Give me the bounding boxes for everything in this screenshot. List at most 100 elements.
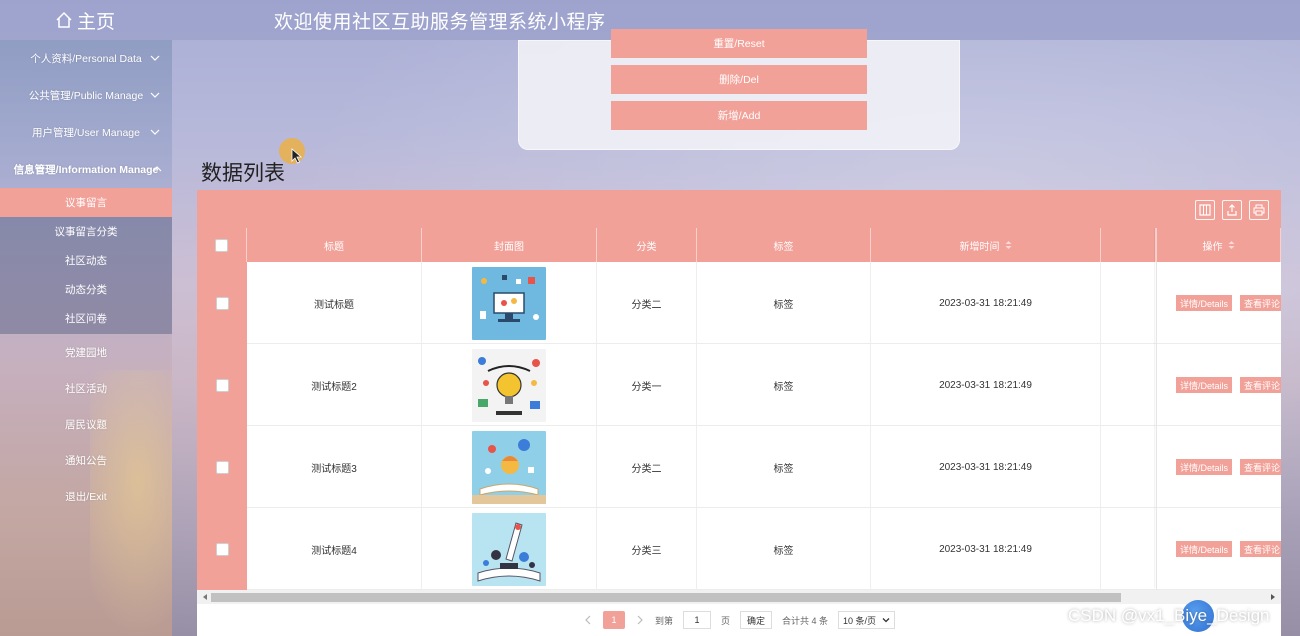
table-row: 测试标题3 分类二 标签 2023-03-31 18:21:49 详情/Deta…	[197, 426, 1281, 508]
export-button[interactable]	[1222, 200, 1242, 220]
column-header-category: 分类	[597, 228, 697, 262]
submenu-item-community-news[interactable]: 社区动态	[0, 246, 172, 275]
current-page[interactable]: 1	[602, 611, 625, 629]
next-page-button[interactable]	[635, 615, 645, 625]
cell-category: 分类二	[597, 262, 697, 344]
view-comments-button[interactable]: 查看评论	[1240, 377, 1281, 393]
fixed-column-shadow	[1154, 228, 1156, 588]
scrollbar-thumb[interactable]	[211, 593, 1121, 602]
chevron-right-icon	[637, 615, 643, 625]
chevron-left-icon	[585, 615, 591, 625]
table-header: 标题 封面图 分类 标签 新增时间 操作	[197, 228, 1281, 262]
cover-image[interactable]	[472, 512, 546, 586]
column-header-actions[interactable]: 操作	[1156, 228, 1281, 262]
sidebar-item-resident-topics[interactable]: 居民议题	[0, 406, 172, 442]
cover-image[interactable]	[472, 266, 546, 340]
row-select-cell	[197, 508, 247, 590]
chevron-down-icon	[150, 55, 160, 61]
section-title: 数据列表	[201, 162, 285, 185]
cell-tag: 标签	[697, 344, 871, 426]
row-checkbox[interactable]	[215, 542, 229, 556]
add-button[interactable]: 新增/Add	[611, 101, 867, 130]
sidebar: 个人资料/Personal Data 公共管理/Public Manage 用户…	[0, 40, 172, 636]
prev-page-button[interactable]	[583, 615, 593, 625]
scroll-left-icon[interactable]	[201, 593, 209, 601]
delete-button[interactable]: 删除/Del	[611, 65, 867, 94]
cell-title: 测试标题3	[247, 426, 422, 508]
cell-title: 测试标题4	[247, 508, 422, 590]
sidebar-item-notices[interactable]: 通知公告	[0, 442, 172, 478]
export-icon	[1227, 204, 1237, 216]
cell-cover	[422, 426, 597, 508]
scroll-right-icon[interactable]	[1269, 593, 1277, 601]
cell-cover	[422, 508, 597, 590]
details-button[interactable]: 详情/Details	[1176, 459, 1233, 475]
home-link[interactable]: 主页	[0, 0, 170, 40]
reset-button[interactable]: 重置/Reset	[611, 29, 867, 58]
horizontal-scrollbar[interactable]	[197, 590, 1281, 604]
details-button[interactable]: 详情/Details	[1176, 541, 1233, 557]
cell-time: 2023-03-31 18:21:49	[871, 508, 1101, 590]
column-header-title: 标题	[247, 228, 422, 262]
column-header-time[interactable]: 新增时间	[871, 228, 1101, 262]
cover-image[interactable]	[472, 430, 546, 504]
row-select-cell	[197, 344, 247, 426]
page-unit-label: 页	[720, 615, 730, 626]
cover-image[interactable]	[472, 348, 546, 422]
column-header-label: 操作	[1202, 241, 1223, 253]
details-button[interactable]: 详情/Details	[1176, 295, 1233, 311]
cell-category: 分类一	[597, 344, 697, 426]
sidebar-item-personal-data[interactable]: 个人资料/Personal Data	[0, 40, 172, 76]
page-size-select[interactable]: 10 条/页	[838, 611, 896, 629]
cell-actions: 详情/Details 查看评论	[1156, 426, 1281, 508]
view-comments-button[interactable]: 查看评论	[1240, 459, 1281, 475]
cell-time: 2023-03-31 18:21:49	[871, 262, 1101, 344]
cell-cover	[422, 344, 597, 426]
submenu-item-message-categories[interactable]: 议事留言分类	[0, 217, 172, 246]
row-select-cell	[197, 262, 247, 344]
select-all-checkbox[interactable]	[215, 238, 228, 252]
select-all-cell	[197, 228, 247, 262]
submenu-item-news-categories[interactable]: 动态分类	[0, 275, 172, 304]
submenu-item-community-survey[interactable]: 社区问卷	[0, 304, 172, 333]
cell-category: 分类二	[597, 426, 697, 508]
filter-columns-button[interactable]	[1195, 200, 1215, 220]
cell-cover	[422, 262, 597, 344]
sidebar-item-label: 用户管理/User Manage	[32, 126, 140, 139]
data-table: 标题 封面图 分类 标签 新增时间 操作 测试标题 分类二 标签 2023-03…	[197, 190, 1281, 636]
cell-tag: 标签	[697, 262, 871, 344]
sidebar-item-information-manage[interactable]: 信息管理/Information Manage	[0, 151, 172, 187]
sidebar-item-label: 信息管理/Information Manage	[13, 163, 159, 176]
row-checkbox[interactable]	[215, 296, 229, 310]
cell-tag: 标签	[697, 426, 871, 508]
search-panel: 重置/Reset 删除/Del 新增/Add	[518, 29, 960, 150]
column-header-tag: 标签	[697, 228, 871, 262]
submenu-item-discussion-messages[interactable]: 议事留言	[0, 188, 172, 217]
table-row: 测试标题 分类二 标签 2023-03-31 18:21:49 详情/Detai…	[197, 262, 1281, 344]
row-checkbox[interactable]	[215, 378, 229, 392]
home-label: 主页	[76, 11, 115, 33]
sort-icon	[1228, 241, 1234, 249]
goto-page-input[interactable]	[682, 611, 711, 629]
sidebar-item-public-manage[interactable]: 公共管理/Public Manage	[0, 77, 172, 113]
column-header-cover: 封面图	[422, 228, 597, 262]
sidebar-item-party-building[interactable]: 党建园地	[0, 334, 172, 370]
print-button[interactable]	[1249, 200, 1269, 220]
sidebar-item-user-manage[interactable]: 用户管理/User Manage	[0, 114, 172, 150]
chevron-down-icon	[150, 92, 160, 98]
watermark: CSDN @vx1_Biye_Design	[1068, 606, 1270, 625]
confirm-button[interactable]: 确定	[739, 611, 772, 629]
row-select-cell	[197, 426, 247, 508]
column-header-label: 新增时间	[959, 241, 1000, 253]
row-checkbox[interactable]	[215, 460, 229, 474]
sidebar-item-exit[interactable]: 退出/Exit	[0, 478, 172, 514]
chevron-up-icon	[152, 166, 162, 172]
sidebar-item-community-activities[interactable]: 社区活动	[0, 370, 172, 406]
sort-icon	[1005, 241, 1011, 249]
view-comments-button[interactable]: 查看评论	[1240, 541, 1281, 557]
view-comments-button[interactable]: 查看评论	[1240, 295, 1281, 311]
chevron-down-icon	[150, 129, 160, 135]
table-toolbar	[197, 190, 1281, 228]
details-button[interactable]: 详情/Details	[1176, 377, 1233, 393]
cell-title: 测试标题	[247, 262, 422, 344]
